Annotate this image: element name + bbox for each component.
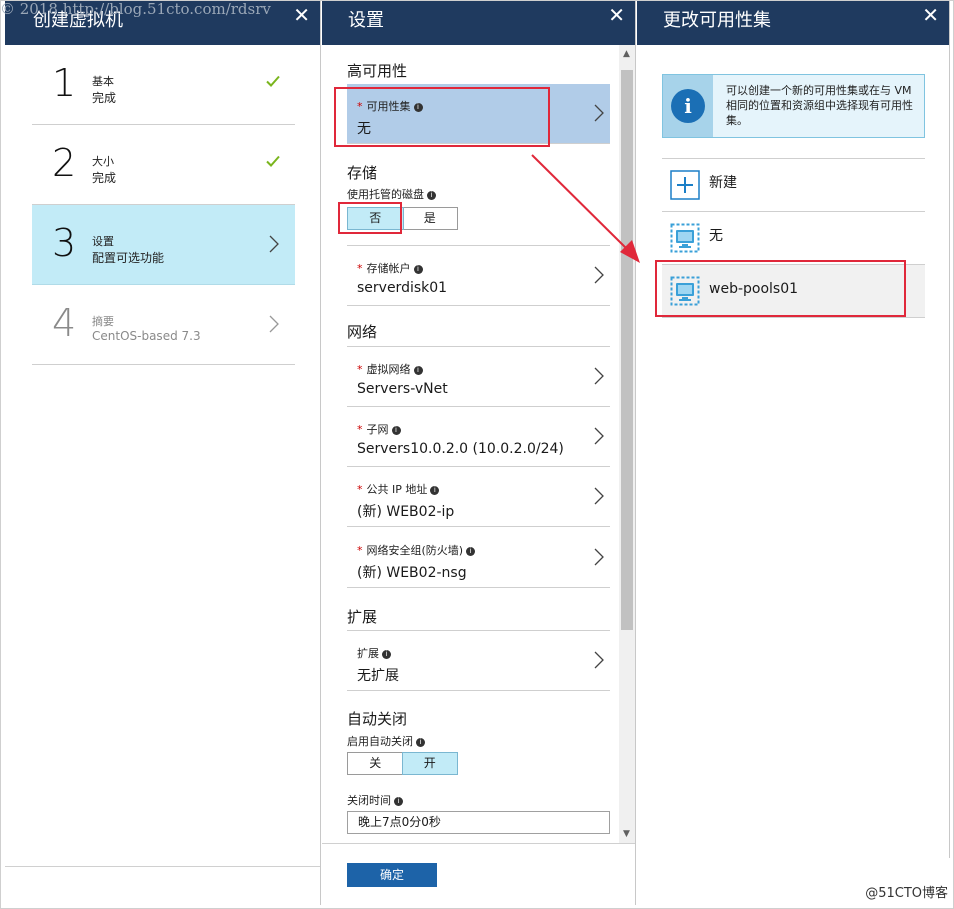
info-icon: i [394, 797, 403, 806]
step-number: 4 [52, 301, 77, 345]
chevron-right-icon [594, 104, 604, 122]
info-icon: i [391, 426, 401, 435]
chevron-right-icon [269, 235, 279, 253]
watermark-top: © 2018 http://blog.51cto.com/rdsrv [0, 0, 271, 18]
step-number: 3 [52, 221, 77, 265]
watermark-bottom: @51CTO博客 [865, 886, 948, 901]
footer-divider [322, 843, 635, 844]
step-number: 1 [52, 61, 77, 105]
divider [662, 317, 925, 318]
step-size[interactable]: 2 大小 完成 [32, 125, 295, 205]
step-name: 大小 [92, 155, 114, 168]
section-extensions: 扩展 [347, 608, 378, 626]
field-value: Servers-vNet [357, 381, 448, 397]
info-icon: i [466, 547, 476, 556]
annotation-highlight-availability-set [334, 87, 550, 147]
step-status: 完成 [92, 171, 117, 185]
close-icon[interactable]: ✕ [293, 5, 310, 25]
auto-shutdown-toggle: 关 开 [347, 752, 458, 775]
footer-divider [5, 866, 320, 867]
chevron-right-icon [269, 315, 279, 333]
auto-shutdown-off-option[interactable]: 关 [348, 753, 403, 774]
list-item-label: 新建 [709, 175, 737, 191]
info-icon: i [413, 366, 423, 375]
vnet-field[interactable]: * 虚拟网络 i Servers-vNet [347, 347, 610, 407]
field-value: serverdisk01 [357, 280, 448, 296]
chevron-right-icon [594, 427, 604, 445]
field-label: * 存储帐户 i [357, 260, 423, 276]
info-icon: i [427, 191, 436, 200]
scroll-down-icon[interactable]: ▼ [623, 829, 630, 839]
info-icon: i [416, 738, 425, 747]
blade-title: 更改可用性集 [663, 10, 771, 31]
step-settings[interactable]: 3 设置 配置可选功能 [32, 205, 295, 285]
field-label: * 网络安全组(防火墙) i [357, 542, 476, 558]
step-number: 2 [52, 141, 77, 185]
change-availability-set-blade: 更改可用性集 ✕ i 可以创建一个新的可用性集或在与 VM 相同的位置和资源组中… [637, 0, 950, 858]
chevron-right-icon [594, 487, 604, 505]
chevron-right-icon [594, 367, 604, 385]
scroll-thumb[interactable] [621, 70, 633, 630]
field-label: * 虚拟网络 i [357, 361, 423, 377]
blade-title: 设置 [348, 10, 384, 31]
list-item-label: 无 [709, 228, 723, 244]
section-network: 网络 [347, 323, 378, 341]
close-icon[interactable]: ✕ [922, 5, 939, 25]
subnet-field[interactable]: * 子网 i Servers10.0.2.0 (10.0.2.0/24) [347, 407, 610, 467]
step-summary[interactable]: 4 摘要 CentOS-based 7.3 [32, 285, 295, 365]
extensions-field[interactable]: 扩展 i 无扩展 [347, 631, 610, 691]
field-value: (新) WEB02-nsg [357, 565, 467, 581]
annotation-highlight-web-pools01 [655, 260, 906, 317]
availability-set-icon [670, 223, 700, 253]
field-label: * 公共 IP 地址 i [357, 481, 440, 497]
blade-header: 更改可用性集 ✕ [637, 0, 949, 45]
section-storage: 存储 [347, 164, 378, 182]
info-icon: i [671, 89, 705, 123]
create-vm-blade: 创建虚拟机 ✕ 1 基本 完成 2 大小 完成 3 设置 配置可选功能 4 摘要… [5, 0, 321, 905]
field-value: (新) WEB02-ip [357, 504, 455, 520]
ok-button[interactable]: 确定 [347, 863, 437, 887]
availability-set-none-item[interactable]: 无 [662, 211, 925, 264]
public-ip-field[interactable]: * 公共 IP 地址 i (新) WEB02-ip [347, 467, 610, 527]
scrollbar[interactable]: ▲ ▼ [619, 45, 635, 843]
chevron-right-icon [594, 266, 604, 284]
section-auto-shutdown: 自动关闭 [347, 710, 408, 728]
managed-disk-label: 使用托管的磁盘 i [347, 186, 436, 202]
field-label: 扩展 i [357, 645, 391, 661]
auto-shutdown-label: 启用自动关闭 i [347, 733, 425, 749]
field-label: * 子网 i [357, 421, 401, 437]
info-icon: i [382, 650, 391, 659]
chevron-right-icon [594, 651, 604, 669]
field-value: Servers10.0.2.0 (10.0.2.0/24) [357, 441, 564, 457]
info-text: 可以创建一个新的可用性集或在与 VM 相同的位置和资源组中选择现有可用性集。 [726, 84, 913, 127]
managed-disk-yes-option[interactable]: 是 [403, 208, 458, 229]
auto-shutdown-on-option[interactable]: 开 [401, 752, 458, 775]
annotation-highlight-managed-disk [338, 202, 402, 234]
scroll-up-icon[interactable]: ▲ [623, 49, 630, 59]
step-status: 完成 [92, 91, 117, 105]
field-value: 无扩展 [357, 668, 399, 684]
section-high-availability: 高可用性 [347, 62, 408, 80]
plus-icon [670, 170, 700, 200]
blade-header: 设置 ✕ [322, 0, 635, 45]
nsg-field[interactable]: * 网络安全组(防火墙) i (新) WEB02-nsg [347, 528, 610, 588]
info-box-icon-area: i [663, 75, 713, 137]
close-icon[interactable]: ✕ [608, 5, 625, 25]
step-name: 基本 [92, 75, 114, 88]
checkmark-icon [266, 155, 280, 167]
step-basics[interactable]: 1 基本 完成 [32, 45, 295, 125]
shutdown-time-label: 关闭时间 i [347, 792, 403, 808]
info-icon: i [413, 265, 423, 274]
storage-account-field[interactable]: * 存储帐户 i serverdisk01 [347, 246, 610, 306]
info-icon: i [430, 486, 440, 495]
create-new-item[interactable]: 新建 [662, 158, 925, 211]
step-status: 配置可选功能 [92, 251, 165, 265]
shutdown-time-input[interactable]: 晚上7点0分0秒 [347, 811, 610, 834]
step-name: 设置 [92, 235, 114, 248]
checkmark-icon [266, 75, 280, 87]
info-box: i 可以创建一个新的可用性集或在与 VM 相同的位置和资源组中选择现有可用性集。 [662, 74, 925, 138]
step-name: 摘要 [92, 315, 114, 328]
chevron-right-icon [594, 548, 604, 566]
step-status: CentOS-based 7.3 [92, 329, 201, 343]
